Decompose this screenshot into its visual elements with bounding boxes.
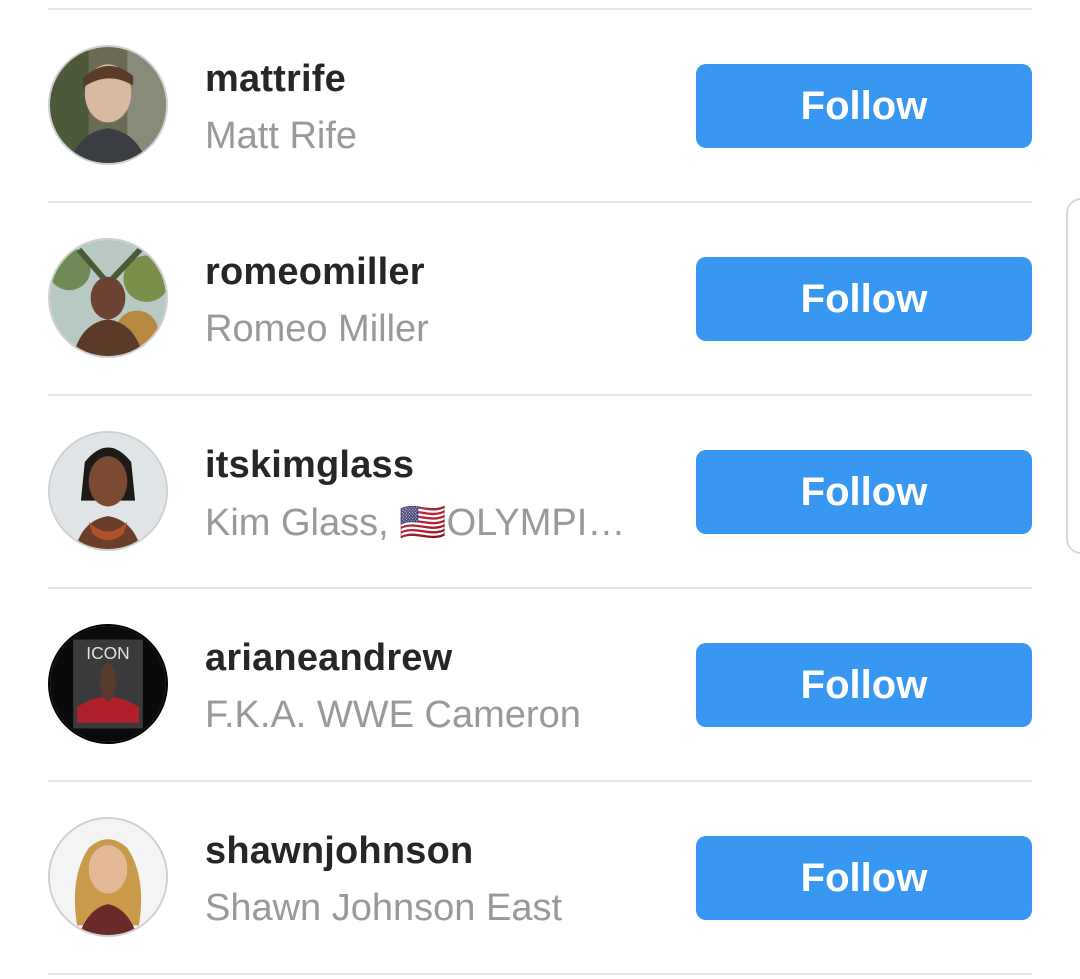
follow-button[interactable]: Follow	[696, 643, 1032, 727]
avatar-image	[50, 819, 166, 935]
full-name: Kim Glass, 🇺🇸OLYMPI…	[205, 502, 626, 544]
avatar[interactable]	[48, 45, 168, 165]
username[interactable]: mattrife	[205, 58, 346, 101]
full-name: Shawn Johnson East	[205, 887, 563, 929]
avatar-image: ICON	[50, 626, 166, 742]
full-name: Matt Rife	[205, 115, 358, 157]
username[interactable]: romeomiller	[205, 251, 425, 294]
avatar[interactable]	[48, 431, 168, 551]
username[interactable]: shawnjohnson	[205, 830, 473, 873]
avatar-image	[50, 47, 166, 163]
avatar[interactable]	[48, 817, 168, 937]
username[interactable]: arianeandrew	[205, 637, 452, 680]
list-item[interactable]: itskimglass Kim Glass, 🇺🇸OLYMPI… Follow	[48, 396, 1032, 589]
side-scroll-handle[interactable]	[1066, 198, 1080, 554]
full-name: Romeo Miller	[205, 308, 429, 350]
list-item[interactable]: ICON arianeandrew F.K.A. WWE Cameron Fol…	[48, 589, 1032, 782]
avatar[interactable]: ICON	[48, 624, 168, 744]
full-name: F.K.A. WWE Cameron	[205, 694, 581, 736]
username[interactable]: itskimglass	[205, 444, 414, 487]
list-item[interactable]: mattrife Matt Rife Follow	[48, 10, 1032, 203]
avatar-cover-text: ICON	[86, 643, 129, 663]
list-item[interactable]: shawnjohnson Shawn Johnson East Follow	[48, 782, 1032, 975]
list-item[interactable]: romeomiller Romeo Miller Follow	[48, 203, 1032, 396]
follow-button[interactable]: Follow	[696, 257, 1032, 341]
list-divider	[48, 973, 1032, 975]
follow-button[interactable]: Follow	[696, 64, 1032, 148]
follow-button[interactable]: Follow	[696, 450, 1032, 534]
avatar-image	[50, 433, 166, 549]
avatar[interactable]	[48, 238, 168, 358]
avatar-image	[50, 240, 166, 356]
follow-button[interactable]: Follow	[696, 836, 1032, 920]
